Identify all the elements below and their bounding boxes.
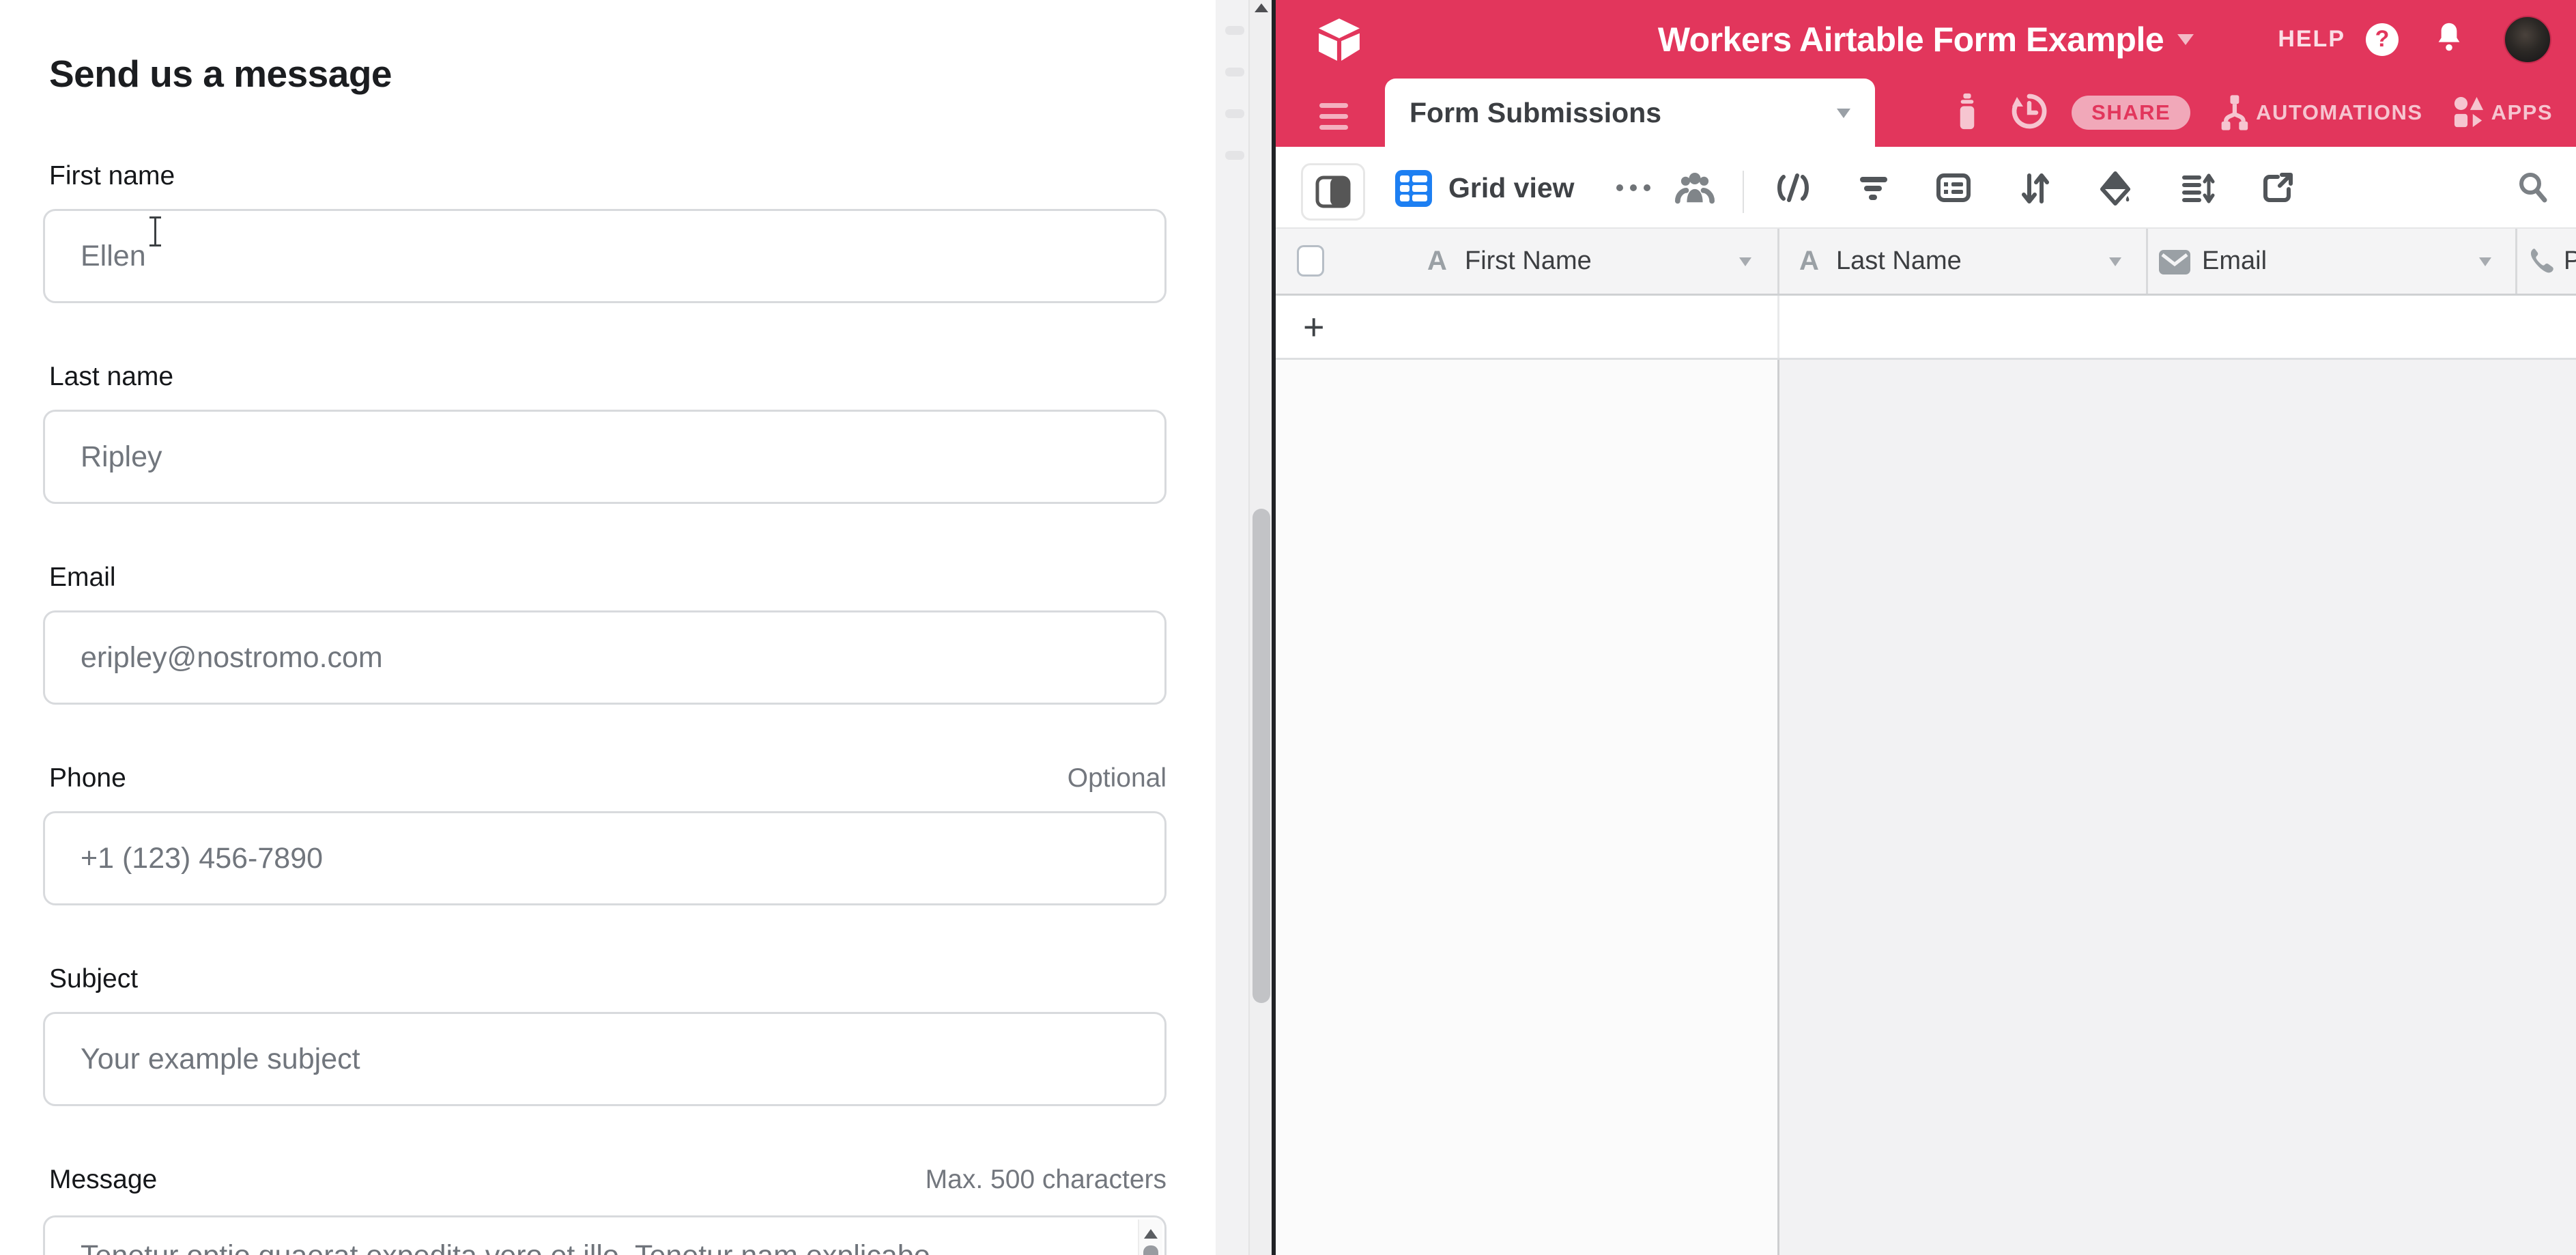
- first-name-input[interactable]: [43, 209, 1167, 303]
- automations-icon: [2219, 94, 2249, 132]
- toolbar-divider: [1743, 171, 1744, 213]
- color-icon[interactable]: [2098, 171, 2133, 207]
- message-text: Tenetur optio quaerat expedita vero et i…: [81, 1237, 1110, 1255]
- contact-form-pane: Send us a message First name Last name E…: [0, 0, 1216, 1255]
- share-label: SHARE: [2091, 100, 2171, 125]
- form-title: Send us a message: [49, 52, 392, 96]
- view-sidebar-toggle-button[interactable]: [1301, 163, 1365, 221]
- avatar[interactable]: [2504, 16, 2551, 64]
- airtable-pane: Workers Airtable Form Example HELP ?: [1276, 0, 2576, 1255]
- column-border: [1777, 360, 1779, 1255]
- column-border: [1777, 229, 1779, 294]
- tab-form-submissions[interactable]: Form Submissions: [1385, 79, 1875, 147]
- message-maxlength-hint: Max. 500 characters: [926, 1165, 1167, 1195]
- scroll-up-icon[interactable]: [1144, 1229, 1158, 1239]
- base-title: Workers Airtable Form Example: [1658, 20, 2164, 59]
- column-header-phone[interactable]: P: [2564, 229, 2576, 294]
- view-options-button[interactable]: [1616, 147, 1650, 229]
- message-label: Message: [49, 1165, 157, 1195]
- chevron-down-icon: [1837, 109, 1850, 118]
- browser-scrollbar[interactable]: [1248, 0, 1272, 1255]
- view-name[interactable]: Grid view: [1448, 147, 1575, 229]
- gutter-marker: [1225, 109, 1244, 118]
- group-icon[interactable]: [1936, 171, 1971, 204]
- help-question-icon[interactable]: ?: [2366, 23, 2399, 56]
- column-header-last-name[interactable]: Last Name: [1836, 229, 1962, 294]
- gutter-marker: [1225, 26, 1244, 35]
- chevron-down-icon[interactable]: [1739, 257, 1751, 266]
- history-icon: [2012, 92, 2047, 130]
- column-header-first-name[interactable]: First Name: [1465, 229, 1592, 294]
- chevron-down-icon[interactable]: [2479, 257, 2491, 266]
- airtable-tabbar: Form Submissions: [1276, 79, 2576, 147]
- subject-label: Subject: [49, 964, 138, 994]
- column-border: [2146, 229, 2148, 294]
- browser-scrollbar-thumb[interactable]: [1253, 509, 1270, 1003]
- table-tab-label: Form Submissions: [1409, 79, 1661, 147]
- apps-icon: [2453, 96, 2485, 130]
- bell-icon: [2434, 21, 2464, 54]
- scrollbar-up-arrow-icon[interactable]: [1255, 3, 1268, 12]
- share-button[interactable]: SHARE: [2072, 96, 2190, 130]
- phone-optional-hint: Optional: [1068, 763, 1167, 793]
- filter-icon[interactable]: [1857, 171, 1890, 204]
- share-view-icon[interactable]: [2261, 171, 2295, 206]
- screen: Send us a message First name Last name E…: [0, 0, 2576, 1255]
- add-row-strip[interactable]: +: [1276, 296, 2576, 360]
- message-textarea[interactable]: Tenetur optio quaerat expedita vero et i…: [43, 1215, 1167, 1255]
- grid-header-row: A First Name A Last Name Email P: [1276, 229, 2576, 296]
- gutter-marker: [1225, 151, 1244, 160]
- phone-input[interactable]: [43, 811, 1167, 905]
- add-row-button[interactable]: +: [1303, 296, 1325, 358]
- chevron-down-icon[interactable]: [2109, 257, 2121, 266]
- last-name-label: Last name: [49, 362, 173, 392]
- column-border: [2515, 229, 2517, 294]
- view-toolbar: Grid view: [1276, 147, 2576, 229]
- hide-fields-icon[interactable]: [1774, 171, 1812, 204]
- apps-button[interactable]: APPS: [2453, 96, 2553, 130]
- chevron-down-icon: [2177, 34, 2194, 45]
- select-all-checkbox[interactable]: [1297, 245, 1324, 277]
- search-icon[interactable]: [2516, 170, 2550, 206]
- email-label: Email: [49, 563, 116, 593]
- page-gutter: [1216, 0, 1248, 1255]
- history-button[interactable]: [2012, 92, 2047, 134]
- panel-icon: [1315, 175, 1351, 208]
- apps-label: APPS: [2491, 100, 2553, 125]
- airtable-topbar: Workers Airtable Form Example HELP ?: [1276, 0, 2576, 79]
- email-field-icon: [2159, 250, 2190, 274]
- automations-button[interactable]: AUTOMATIONS: [2219, 94, 2422, 132]
- textarea-scrollbar[interactable]: [1138, 1219, 1162, 1255]
- help-button[interactable]: HELP: [2278, 26, 2345, 53]
- textarea-scrollbar-thumb[interactable]: [1143, 1245, 1158, 1255]
- grid-view-icon[interactable]: [1395, 170, 1432, 207]
- email-input[interactable]: [43, 610, 1167, 705]
- automations-label: AUTOMATIONS: [2256, 100, 2422, 125]
- text-cursor-icon: [147, 216, 162, 247]
- subject-input[interactable]: [43, 1012, 1167, 1106]
- phone-field-icon: [2527, 246, 2557, 277]
- column-header-email[interactable]: Email: [2202, 229, 2267, 294]
- text-field-icon: A: [1799, 229, 1819, 294]
- sort-icon[interactable]: [2020, 171, 2051, 206]
- question-glyph: ?: [2375, 26, 2390, 53]
- grid-canvas-right: [1779, 360, 2576, 1255]
- collaborators-icon[interactable]: [1675, 169, 1715, 207]
- phone-label: Phone: [49, 763, 126, 793]
- column-border: [1777, 296, 1779, 358]
- trash-button[interactable]: [1953, 92, 1981, 134]
- hamburger-menu-icon[interactable]: [1319, 103, 1348, 136]
- trash-icon: [1953, 92, 1981, 130]
- row-height-icon[interactable]: [2179, 171, 2215, 206]
- notifications-button[interactable]: [2434, 21, 2464, 57]
- grid-canvas-left: [1276, 360, 1777, 1255]
- last-name-input[interactable]: [43, 410, 1167, 504]
- first-name-label: First name: [49, 161, 175, 191]
- gutter-marker: [1225, 68, 1244, 76]
- text-field-icon: A: [1427, 229, 1447, 294]
